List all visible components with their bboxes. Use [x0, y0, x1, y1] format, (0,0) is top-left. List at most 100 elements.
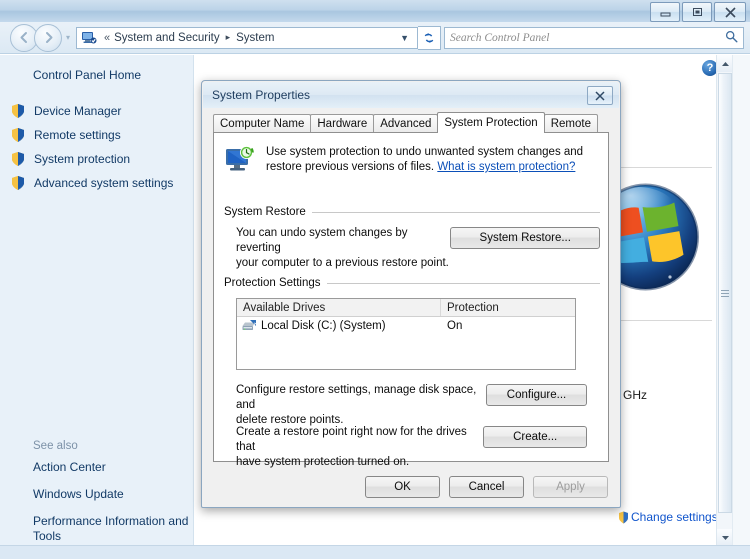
dialog-body: Computer Name Hardware Advanced System P…	[203, 108, 619, 506]
column-header-available-drives[interactable]: Available Drives	[237, 299, 441, 316]
scrollbar-thumb[interactable]	[718, 73, 732, 513]
maximize-button[interactable]	[682, 2, 712, 22]
breadcrumb-item-system-and-security[interactable]: System and Security	[114, 32, 219, 44]
tab-label: System Protection	[444, 117, 538, 129]
window-outer-scroll-region[interactable]	[732, 55, 750, 546]
drive-name-cell: Local Disk (C:) (System)	[237, 319, 441, 333]
sidebar-item-remote-settings[interactable]: Remote settings	[10, 123, 194, 147]
sidebar-item-system-protection[interactable]: System protection	[10, 147, 194, 171]
dialog-footer-buttons: OK Cancel Apply	[365, 476, 608, 498]
scroll-down-button[interactable]	[717, 529, 733, 546]
window-titlebar	[0, 0, 750, 23]
see-also-item-performance-information-and-tools[interactable]: Performance Information and Tools	[33, 514, 193, 544]
system-restore-desc-line-1: You can undo system changes by reverting	[236, 227, 408, 254]
address-bar-row: ▾ « System and Security ▸ System ▼ Searc…	[0, 22, 750, 54]
system-protection-tab-panel: Use system protection to undo unwanted s…	[213, 132, 609, 468]
sidebar-task-links: Device Manager Remote settings System pr…	[10, 99, 194, 195]
group-title-label: System Restore	[224, 206, 306, 218]
shield-icon	[618, 511, 629, 524]
column-header-protection[interactable]: Protection	[441, 302, 499, 314]
create-desc-line-2: have system protection turned on.	[236, 456, 410, 468]
intro-block: Use system protection to undo unwanted s…	[224, 145, 598, 175]
see-also-item-windows-update[interactable]: Windows Update	[33, 487, 193, 502]
system-restore-button[interactable]: System Restore...	[450, 227, 600, 249]
system-restore-row: You can undo system changes by reverting…	[224, 226, 600, 271]
dialog-titlebar[interactable]: System Properties	[203, 82, 619, 108]
tab-label: Computer Name	[220, 117, 305, 130]
status-bar	[0, 545, 750, 559]
system-restore-group-title: System Restore	[224, 206, 600, 218]
explorer-window: ▾ « System and Security ▸ System ▼ Searc…	[0, 0, 750, 559]
cancel-button-label: Cancel	[468, 481, 505, 493]
change-settings-link[interactable]: Change settings	[618, 510, 718, 524]
tab-advanced[interactable]: Advanced	[373, 114, 439, 132]
hard-drive-icon	[241, 319, 257, 333]
configure-description: Configure restore settings, manage disk …	[224, 383, 486, 428]
sidebar-item-label: Remote settings	[34, 128, 121, 142]
sidebar-item-device-manager[interactable]: Device Manager	[10, 99, 194, 123]
protection-settings-group: Protection Settings	[224, 277, 600, 289]
cancel-button[interactable]: Cancel	[449, 476, 524, 498]
tab-remote[interactable]: Remote	[543, 114, 598, 132]
create-description: Create a restore point right now for the…	[224, 425, 483, 470]
system-restore-group: System Restore	[224, 206, 600, 218]
scroll-up-button[interactable]	[717, 55, 733, 72]
configure-button[interactable]: Configure...	[486, 384, 587, 406]
search-input[interactable]: Search Control Panel	[444, 26, 744, 49]
dialog-title: System Properties	[212, 88, 311, 102]
configure-button-label: Configure...	[506, 389, 567, 401]
configure-row: Configure restore settings, manage disk …	[224, 383, 600, 428]
sidebar-item-label: System protection	[34, 152, 131, 166]
intro-line-2: restore previous versions of files.	[266, 161, 435, 173]
ok-button[interactable]: OK	[365, 476, 440, 498]
control-panel-icon	[81, 30, 97, 46]
sidebar-item-advanced-system-settings[interactable]: Advanced system settings	[10, 171, 194, 195]
sidebar-item-label: Advanced system settings	[34, 176, 174, 190]
intro-text: Use system protection to undo unwanted s…	[266, 145, 583, 175]
apply-button-label: Apply	[556, 481, 585, 493]
shield-icon	[10, 127, 26, 143]
intro-line-1: Use system protection to undo unwanted s…	[266, 146, 584, 158]
forward-button[interactable]	[34, 23, 62, 52]
breadcrumb-separator-icon[interactable]: ▸	[226, 32, 231, 43]
refresh-button[interactable]	[418, 25, 441, 50]
breadcrumb-overflow[interactable]: «	[104, 32, 110, 44]
change-settings-label: Change settings	[631, 510, 718, 524]
window-controls	[650, 2, 746, 22]
create-button[interactable]: Create...	[483, 426, 587, 448]
search-icon[interactable]	[725, 30, 738, 46]
drive-row[interactable]: Local Disk (C:) (System) On	[237, 317, 575, 335]
available-drives-list[interactable]: Available Drives Protection Local Disk (…	[236, 298, 576, 370]
tab-label: Hardware	[317, 117, 368, 130]
chevron-down-icon[interactable]: ▼	[394, 33, 415, 43]
minimize-button[interactable]	[650, 2, 680, 22]
system-restore-description: You can undo system changes by reverting…	[224, 226, 450, 271]
content-scrollbar[interactable]	[716, 55, 733, 546]
shield-icon	[10, 151, 26, 167]
create-desc-line-1: Create a restore point right now for the…	[236, 426, 467, 453]
scrollbar-grip-icon	[721, 289, 729, 297]
sidebar: Control Panel Home Device Manager Remote…	[0, 55, 194, 546]
apply-button: Apply	[533, 476, 608, 498]
shield-icon	[10, 103, 26, 119]
configure-desc-line-1: Configure restore settings, manage disk …	[236, 384, 477, 411]
tab-hardware[interactable]: Hardware	[310, 114, 375, 132]
recent-pages-button[interactable]: ▾	[62, 33, 74, 42]
breadcrumb-item-system[interactable]: System	[236, 32, 274, 44]
group-divider	[326, 282, 600, 284]
sidebar-item-control-panel-home[interactable]: Control Panel Home	[33, 68, 141, 82]
close-button[interactable]	[714, 2, 746, 22]
tab-system-protection[interactable]: System Protection	[437, 112, 545, 133]
system-restore-desc-line-2: your computer to a previous restore poin…	[236, 257, 449, 269]
breadcrumb[interactable]: « System and Security ▸ System ▼	[76, 26, 418, 49]
tab-label: Advanced	[380, 117, 432, 130]
dialog-tabs: Computer Name Hardware Advanced System P…	[213, 112, 598, 133]
see-also-item-action-center[interactable]: Action Center	[33, 460, 193, 475]
tab-computer-name[interactable]: Computer Name	[213, 114, 312, 132]
dialog-close-button[interactable]	[587, 86, 613, 105]
protection-settings-group-title: Protection Settings	[224, 277, 600, 289]
system-restore-button-label: System Restore...	[479, 232, 571, 244]
drive-name-label: Local Disk (C:) (System)	[261, 320, 386, 332]
create-row: Create a restore point right now for the…	[224, 425, 600, 470]
what-is-system-protection-link[interactable]: What is system protection?	[437, 161, 575, 173]
